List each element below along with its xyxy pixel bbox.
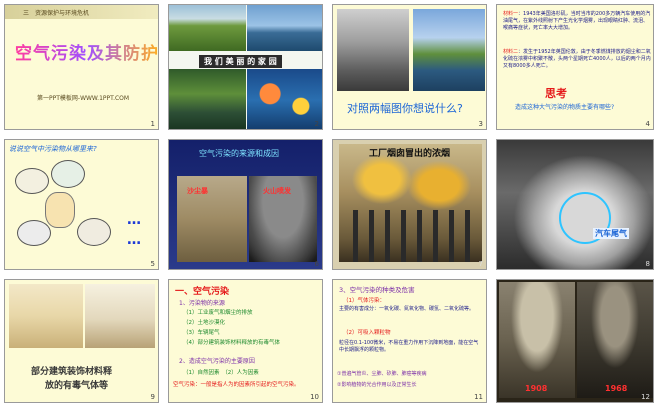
slide-thumbnail-11[interactable]: 3、空气污染的种类及危害 （1）气体污染： 主要的有害成分：一氧化碳、氮氧化物、…: [332, 279, 487, 403]
slide-thumbnail-1[interactable]: 三 资源保护与环境危机 空气污染及其防护 第一PPT模板网-WWW.1PPT.C…: [4, 4, 159, 130]
think-question: 造成这种大气污染的物质主要有哪些?: [515, 104, 615, 111]
slide-thumbnail-7[interactable]: 工厂烟囱冒出的浓烟 7: [332, 139, 487, 270]
photo-coral-reef: [247, 69, 322, 129]
list-item-4: （4）部分建筑装饰材料释放的有毒气体: [183, 340, 281, 346]
slide-number: 2: [314, 120, 319, 128]
slide-number: 10: [310, 393, 319, 401]
harm-bullet-2: ②影响植物的光合作用以及正常生长: [337, 382, 417, 388]
slide-number: 6: [314, 260, 319, 268]
ellipsis-upper: …: [127, 212, 141, 228]
slide-number: 7: [478, 260, 483, 268]
slide-number: 11: [474, 393, 483, 401]
label-volcano: 火山喷发: [263, 187, 291, 195]
gas-pollution-label: （1）气体污染：: [343, 298, 385, 304]
cartoon-smoke: [17, 220, 51, 246]
year-label-2: 1968: [605, 384, 628, 393]
slide-number: 3: [478, 120, 483, 128]
slide-subheading-1: 1、污染物的来源: [179, 300, 225, 307]
slide-heading: 一、空气污染: [175, 287, 230, 297]
photo-city-lake: [247, 5, 322, 51]
photo-factory-smoke: [337, 9, 409, 91]
slide-number: 4: [645, 120, 650, 128]
slide-thumbnail-3[interactable]: 对照两幅图你想说什么? 3: [332, 4, 487, 130]
slide-caption-line2: 放的有毒气体等: [45, 381, 109, 391]
slide-label: 汽车尾气: [593, 228, 629, 239]
harm-bullet-1: ①普遍气管炎、尘肺、矽肺、肺癌等疾病: [337, 371, 427, 377]
photo-room-left: [9, 284, 83, 348]
cartoon-house: [77, 218, 111, 246]
material-one-tag: 材料一: [503, 11, 519, 17]
slide-number: 8: [645, 260, 650, 268]
think-heading: 思考: [545, 87, 567, 100]
particulate-label: （2）可吸入颗粒物: [343, 330, 391, 336]
gas-pollution-text: 主要的有害成分：一氧化碳、氮氧化物、碳氢、二氧化硫等。: [339, 306, 475, 312]
ellipsis-lower: …: [127, 232, 141, 248]
slide-thumbnail-12[interactable]: 1908 1968 12: [496, 279, 654, 403]
slide-question: 对照两幅图你想说什么?: [347, 102, 463, 115]
photo-forest: [169, 69, 246, 129]
slide-sorter-grid: 三 资源保护与环境危机 空气污染及其防护 第一PPT模板网-WWW.1PPT.C…: [0, 0, 660, 407]
slide-header: 三 资源保护与环境危机: [23, 10, 90, 17]
slide-number: 9: [150, 393, 155, 401]
photo-clean-town: [413, 9, 485, 91]
slide-number: 12: [641, 393, 650, 401]
slide-question: 说说空气中污染物从哪里来?: [9, 145, 97, 153]
list-item-2: （2）土地沙漠化: [183, 320, 225, 326]
slide-thumbnail-4[interactable]: 材料一：1943年美国洛杉矶，当时当市的200多万辆汽车使用的汽油尾气，在紫外线…: [496, 4, 654, 130]
cartoon-car: [15, 168, 49, 194]
material-two-text: ：发生于1952年英国伦敦，由于冬季燃煤排放的烟尘和二氧化硫在浓雾中积聚不散，头…: [503, 49, 651, 69]
cartoon-factory: [51, 160, 85, 188]
slide-thumbnail-6[interactable]: 空气污染的来源和成因 沙尘暴 火山喷发 6: [168, 139, 323, 270]
year-label-1: 1908: [525, 384, 548, 393]
slide-thumbnail-5[interactable]: 说说空气中污染物从哪里来? … … 5: [4, 139, 159, 270]
list-item-3: （3）车辆尾气: [183, 330, 220, 336]
slide-thumbnail-9[interactable]: 部分建筑装饰材料释 放的有毒气体等 9: [4, 279, 159, 403]
photo-field: [169, 5, 246, 51]
material-one: 材料一：1943年美国洛杉矶，当时当市的200多万辆汽车使用的汽油尾气，在紫外线…: [503, 11, 651, 32]
slide-number: 1: [150, 120, 155, 128]
cartoon-person: [45, 192, 75, 228]
slide-caption: 我 们 美 丽 的 家 园: [199, 55, 282, 68]
slide-caption-line1: 部分建筑装饰材料释: [31, 367, 113, 377]
slide-thumbnail-2[interactable]: 我 们 美 丽 的 家 园 2: [168, 4, 323, 130]
particulate-text: 粒径在0.1-100微米，不易在重力作用下沉降到地面，能在空气中长期飘浮的颗粒物…: [339, 340, 479, 353]
causes-line: （1）自然因素 （2）人为因素: [183, 370, 259, 376]
slide-thumbnail-10[interactable]: 一、空气污染 1、污染物的来源 （1）工业废气和烟尘的排放 （2）土地沙漠化 （…: [168, 279, 323, 403]
material-two-tag: 材料二: [503, 49, 519, 55]
material-one-text: ：1943年美国洛杉矶，当时当市的200多万辆汽车使用的汽油尾气，在紫外线照射下…: [503, 11, 651, 31]
slide-thumbnail-8[interactable]: 汽车尾气 8: [496, 139, 654, 270]
label-sandstorm: 沙尘暴: [187, 187, 208, 195]
material-two: 材料二：发生于1952年英国伦敦，由于冬季燃煤排放的烟尘和二氧化硫在浓雾中积聚不…: [503, 49, 651, 70]
slide-footer: 第一PPT模板网-WWW.1PPT.COM: [37, 95, 130, 102]
photo-room-right: [85, 284, 155, 348]
chimneys: [353, 210, 473, 262]
slide-title: 工厂烟囱冒出的浓烟: [369, 149, 451, 159]
photo-statue-1968: [577, 282, 653, 398]
slide-heading: 3、空气污染的种类及危害: [339, 286, 415, 294]
list-item-1: （1）工业废气和烟尘的排放: [183, 310, 253, 316]
photo-statue-1908: [499, 282, 575, 398]
slide-title: 空气污染及其防护: [15, 39, 158, 64]
illustration-cartoon-sources: [15, 160, 115, 260]
slide-title: 空气污染的来源和成因: [199, 149, 279, 158]
slide-subheading-2: 2、造成空气污染的主要原因: [179, 358, 255, 365]
definition-note: 空气污染：一般是指人为的因素所引起的空气污染。: [173, 382, 300, 388]
slide-number: 5: [150, 260, 155, 268]
